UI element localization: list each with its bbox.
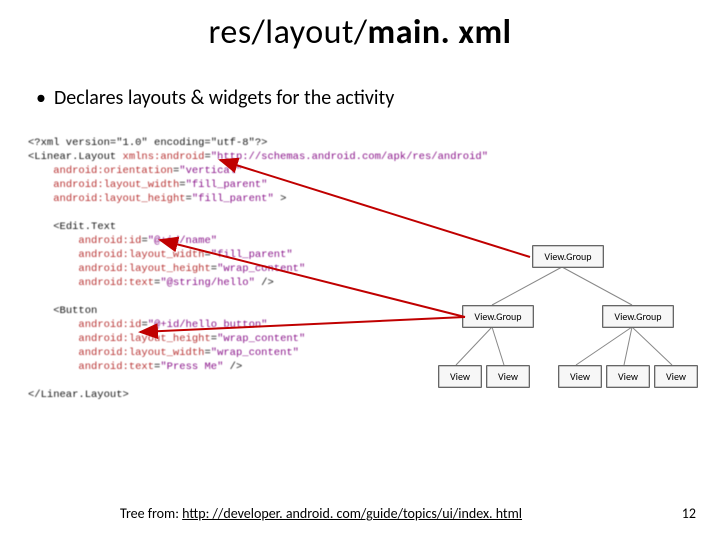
code-attr: android:layout_width [53,179,179,191]
code-line: </Linear.Layout> [28,389,129,401]
footer-label: Tree from: [120,505,182,522]
code-line: <Edit.Text [53,221,116,233]
title-bold: main. xml [368,12,512,53]
code-val: "vertical" [179,165,242,177]
tree-node-leaf: View [486,365,530,388]
code-attr: android:layout_width [78,347,204,359]
code-line: <?xml version="1.0" encoding="utf-8"?> [28,137,267,149]
code-attr: xmlns:android [123,151,205,163]
tree-node-group: View.Group [462,305,534,328]
code-attr: android:layout_height [78,333,210,345]
bullet-icon: • [36,86,54,110]
tree-node-group: View.Group [602,305,674,328]
title-prefix: res/layout/ [209,12,368,53]
bullet-text: Declares layouts & widgets for the activ… [54,86,394,110]
code-val: "wrap_content" [217,263,305,275]
bullet-line: •Declares layouts & widgets for the acti… [36,86,394,110]
code-val: "Press Me" [160,361,223,373]
code-val: "fill_parent" [192,193,274,205]
code-block: <?xml version="1.0" encoding="utf-8"?> <… [28,136,488,402]
tree-node-leaf: View [438,365,482,388]
code-attr: android:text [78,277,154,289]
code-val: "@+id/name" [148,235,217,247]
footer-citation: Tree from: http: //developer. android. c… [120,505,522,522]
code-attr: android:id [78,235,141,247]
tree-node-leaf: View [606,365,650,388]
code-line: <Button [53,305,97,317]
code-attr: android:id [78,319,141,331]
code-attr: android:orientation [53,165,173,177]
code-val: "wrap_content" [211,347,299,359]
slide-title: res/layout/main. xml [0,12,720,53]
tree-node-root: View.Group [532,245,604,268]
code-val: "@+id/hello_button" [148,319,268,331]
tree-node-leaf: View [654,365,698,388]
footer-link[interactable]: http: //developer. android. com/guide/to… [182,505,522,522]
code-val: "http://schemas.android.com/apk/res/andr… [211,151,488,163]
code-line: <Linear.Layout [28,151,123,163]
code-val: "fill_parent" [211,249,293,261]
view-tree-diagram: View.Group View.Group View.Group View Vi… [432,245,692,415]
code-attr: android:text [78,361,154,373]
code-line: /> [223,361,242,373]
code-attr: android:layout_height [78,263,210,275]
page-number: 12 [682,505,696,522]
code-attr: android:layout_height [53,193,185,205]
code-val: "fill_parent" [186,179,268,191]
code-attr: android:layout_width [78,249,204,261]
code-line: /> [255,277,274,289]
code-val: "wrap_content" [217,333,305,345]
tree-node-leaf: View [558,365,602,388]
code-val: "@string/hello" [160,277,255,289]
code-line: > [274,193,287,205]
